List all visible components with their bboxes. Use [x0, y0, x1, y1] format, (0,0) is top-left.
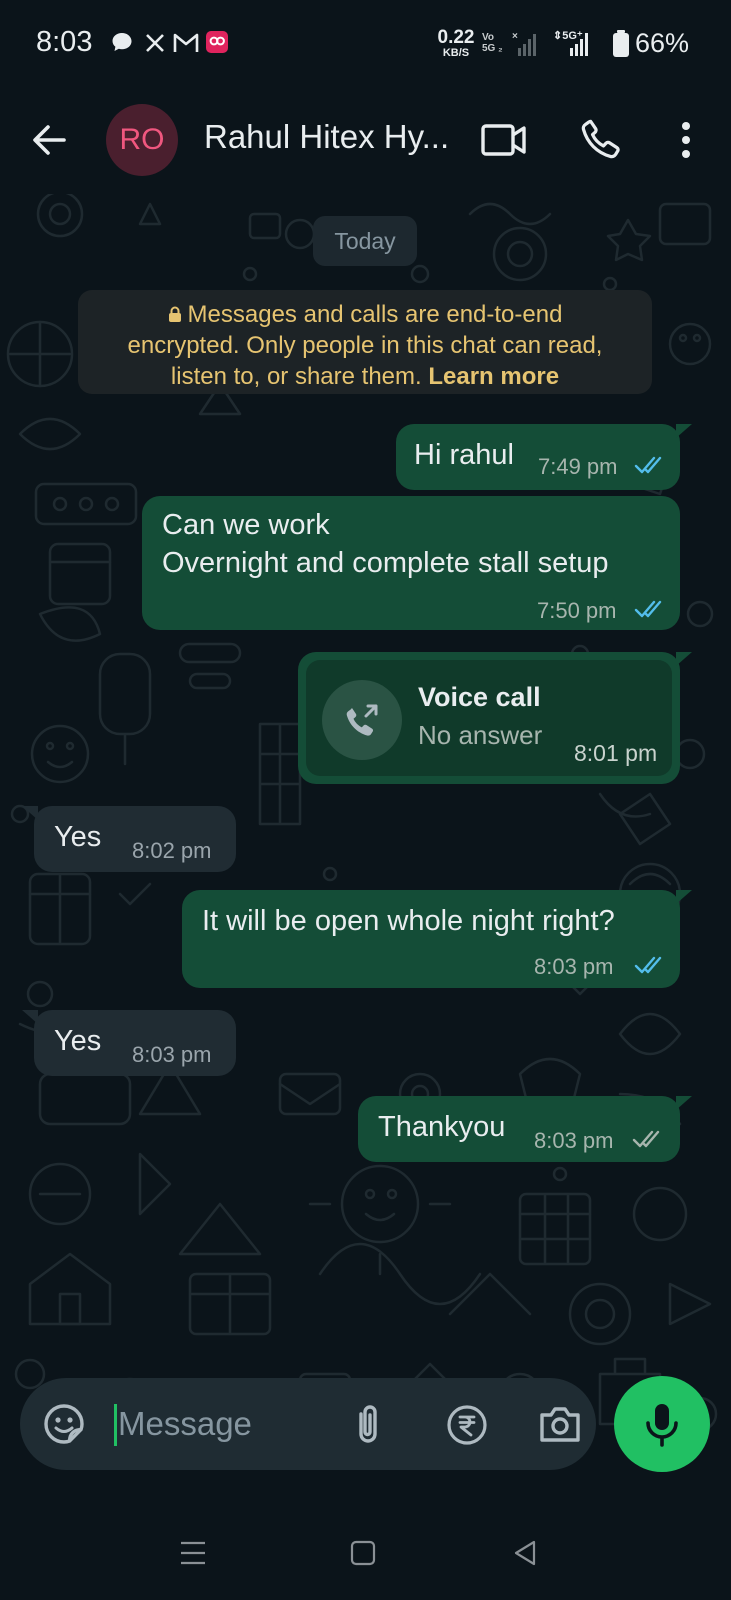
signal-sim1-icon: ×: [512, 30, 540, 63]
message-bubble-outgoing[interactable]: Can we work Overnight and complete stall…: [142, 496, 680, 630]
lock-icon: [168, 306, 181, 322]
sticker-button[interactable]: [42, 1402, 86, 1446]
status-bar: 8:03 0.22 KB/S Vo 5G ₂ × ⇕5G⁺ 66%: [0, 0, 731, 92]
signal-5g-icon: ⇕5G⁺: [553, 28, 597, 63]
message-text: It will be open whole night right?: [202, 905, 615, 937]
message-time: 8:03 pm: [132, 1042, 212, 1067]
net-speed-unit: KB/S: [442, 47, 470, 59]
learn-more-link[interactable]: Learn more: [428, 363, 559, 390]
sticker-icon: [44, 1404, 84, 1444]
message-text: Yes: [54, 821, 102, 853]
triangle-back-icon: [514, 1540, 536, 1566]
message-bubble-outgoing[interactable]: Thankyou 8:03 pm: [358, 1096, 692, 1162]
message-text: Yes: [54, 1025, 102, 1057]
message-list[interactable]: Today Messages and calls are end-to-end …: [0, 194, 731, 1512]
network-speed: 0.22 KB/S: [436, 28, 476, 59]
call-title: Voice call: [418, 682, 541, 712]
square-home-icon: [350, 1540, 376, 1566]
app-icon: [205, 30, 229, 59]
encryption-line-1: Messages and calls are end-to-end: [78, 299, 652, 330]
message-input[interactable]: [118, 1400, 318, 1448]
back-button[interactable]: [28, 118, 72, 162]
phone-icon: [581, 119, 620, 159]
bubble-tail: [676, 890, 692, 904]
message-text-line: Overnight and complete stall setup: [162, 547, 609, 579]
message-bubble-outgoing[interactable]: Hi rahul 7:49 pm: [396, 424, 692, 490]
arrow-left-icon: [33, 125, 66, 155]
attach-button[interactable]: [348, 1402, 388, 1448]
gmail-icon: [173, 32, 199, 59]
svg-text:×: ×: [512, 31, 518, 42]
video-call-button[interactable]: [480, 120, 528, 160]
encryption-line-3: listen to, or share them. Learn more: [78, 361, 652, 392]
message-composer: [20, 1378, 596, 1470]
voice-message-button[interactable]: [614, 1376, 710, 1472]
camera-icon: [540, 1407, 580, 1442]
outgoing-call-icon: [346, 704, 378, 736]
encryption-text-3: listen to, or share them.: [170, 363, 422, 390]
volte-indicator: Vo 5G ₂: [482, 32, 503, 54]
microphone-icon: [646, 1404, 678, 1447]
message-time: 7:49 pm: [538, 454, 618, 479]
encryption-notice[interactable]: Messages and calls are end-to-end encryp…: [78, 290, 652, 394]
call-status: No answer: [418, 720, 543, 750]
net-speed-value: 0.22: [437, 27, 475, 48]
voice-call-button[interactable]: [578, 116, 624, 162]
contact-avatar[interactable]: RO: [106, 104, 178, 176]
message-time: 8:03 pm: [534, 1128, 614, 1153]
whatsapp-chat-screen: 8:03 0.22 KB/S Vo 5G ₂ × ⇕5G⁺ 66% RO Rah…: [0, 0, 731, 1600]
bubble-tail: [676, 424, 692, 438]
message-time: 7:50 pm: [537, 598, 617, 623]
voice-call-card[interactable]: Voice call No answer 8:01 pm: [306, 660, 672, 776]
more-options-button[interactable]: [670, 116, 702, 164]
text-caret: [114, 1404, 117, 1446]
menu-lines-icon: [181, 1541, 205, 1565]
message-bubble-outgoing[interactable]: It will be open whole night right? 8:03 …: [182, 890, 692, 988]
rupee-icon: [447, 1405, 487, 1445]
message-text: Thankyou: [378, 1111, 506, 1143]
battery-icon: [612, 30, 630, 63]
message-bubble-incoming[interactable]: Yes 8:03 pm: [22, 1010, 236, 1076]
message-time: 8:02 pm: [132, 838, 212, 863]
volte-top: Vo: [482, 32, 495, 43]
delivered-ticks-icon: [632, 1130, 660, 1148]
message-time: 8:01 pm: [574, 740, 658, 766]
x-icon: [145, 33, 165, 58]
bubble-tail: [22, 806, 38, 820]
read-ticks-icon: [634, 956, 662, 974]
video-camera-icon: [481, 124, 526, 156]
svg-text:⇕5G⁺: ⇕5G⁺: [553, 30, 583, 42]
nav-back-button[interactable]: [512, 1540, 538, 1571]
status-time: 8:03: [36, 26, 93, 58]
paperclip-icon: [359, 1405, 377, 1443]
message-text-line: Can we work: [162, 509, 330, 541]
home-button[interactable]: [350, 1540, 376, 1571]
chat-header: RO Rahul Hitex Hy...: [0, 92, 731, 194]
date-separator: Today: [313, 216, 417, 266]
bubble-tail: [676, 652, 692, 666]
chat-bubble-icon: [110, 30, 134, 59]
message-bubble-incoming[interactable]: Yes 8:02 pm: [22, 806, 236, 872]
encryption-text-1: Messages and calls are end-to-end: [187, 301, 563, 328]
contact-name[interactable]: Rahul Hitex Hy...: [204, 118, 454, 156]
camera-button[interactable]: [538, 1404, 582, 1444]
read-ticks-icon: [634, 600, 662, 618]
bubble-tail: [22, 1010, 38, 1024]
encryption-line-2: encrypted. Only people in this chat can …: [127, 332, 603, 359]
volte-bottom: 5G ₂: [482, 42, 503, 54]
voice-call-message[interactable]: Voice call No answer 8:01 pm: [298, 652, 692, 784]
recents-button[interactable]: [180, 1540, 206, 1571]
message-text: Hi rahul: [414, 439, 514, 471]
message-time: 8:03 pm: [534, 954, 614, 979]
payment-button[interactable]: [446, 1404, 488, 1446]
battery-percent: 66%: [635, 28, 690, 58]
system-nav-bar: [0, 1512, 731, 1600]
read-ticks-icon: [634, 456, 662, 474]
bubble-tail: [676, 1096, 692, 1110]
missed-call-icon-circle: [322, 680, 402, 760]
vertical-dots-icon: [682, 122, 690, 158]
